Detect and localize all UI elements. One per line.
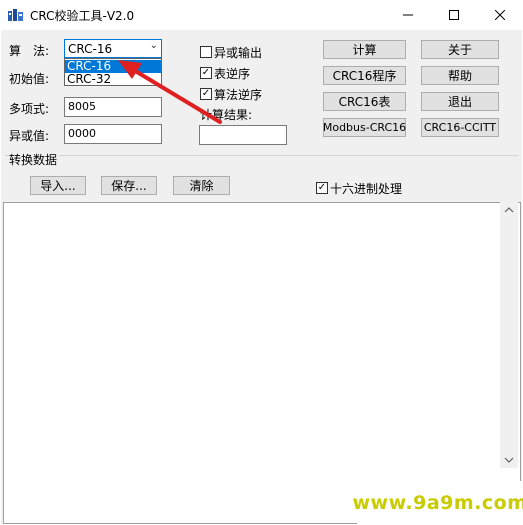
crc16-table-button[interactable]: CRC16表 xyxy=(323,92,406,111)
convert-section-label: 转换数据 xyxy=(9,151,60,168)
close-button[interactable] xyxy=(477,0,523,30)
import-button[interactable]: 导入... xyxy=(30,176,86,195)
save-button[interactable]: 保存... xyxy=(101,176,157,195)
exit-button[interactable]: 退出 xyxy=(421,92,499,111)
polynomial-label: 多项式: xyxy=(9,102,50,116)
annotation-arrow-icon xyxy=(118,60,222,124)
clear-button[interactable]: 清除 xyxy=(173,176,230,195)
checkmark-icon: ✓ xyxy=(317,182,327,193)
app-icon xyxy=(8,9,23,21)
watermark: www.9a9m.com xyxy=(352,481,523,525)
xor-value-label: 异或值: xyxy=(9,129,50,143)
algorithm-selected-value: CRC-16 xyxy=(68,42,113,56)
minimize-button[interactable] xyxy=(385,0,431,30)
initial-value-label: 初始值: xyxy=(9,72,50,86)
crc16-program-button[interactable]: CRC16程序 xyxy=(323,66,406,85)
maximize-icon xyxy=(449,10,459,20)
close-icon xyxy=(495,10,505,20)
minimize-icon xyxy=(403,14,413,16)
section-divider xyxy=(5,155,518,156)
hex-process-checkbox[interactable]: ✓ xyxy=(316,182,328,194)
data-textarea[interactable] xyxy=(3,202,521,524)
scroll-down-icon xyxy=(504,457,514,463)
window-title: CRC校验工具-V2.0 xyxy=(30,9,135,23)
about-button[interactable]: 关于 xyxy=(421,40,499,59)
hex-process-label: 十六进制处理 xyxy=(330,182,403,196)
title-bar: CRC校验工具-V2.0 xyxy=(0,0,523,30)
chevron-down-icon: ⌄ xyxy=(149,40,158,51)
calculate-button[interactable]: 计算 xyxy=(323,40,406,59)
crc16-ccitt-button[interactable]: CRC16-CCITT xyxy=(421,118,499,137)
modbus-crc16-button[interactable]: Modbus-CRC16 xyxy=(323,118,406,137)
vertical-scrollbar[interactable] xyxy=(500,202,518,468)
algorithm-label: 算 法: xyxy=(9,44,50,58)
help-button[interactable]: 帮助 xyxy=(421,66,499,85)
scroll-up-icon xyxy=(504,207,514,213)
maximize-button[interactable] xyxy=(431,0,477,30)
